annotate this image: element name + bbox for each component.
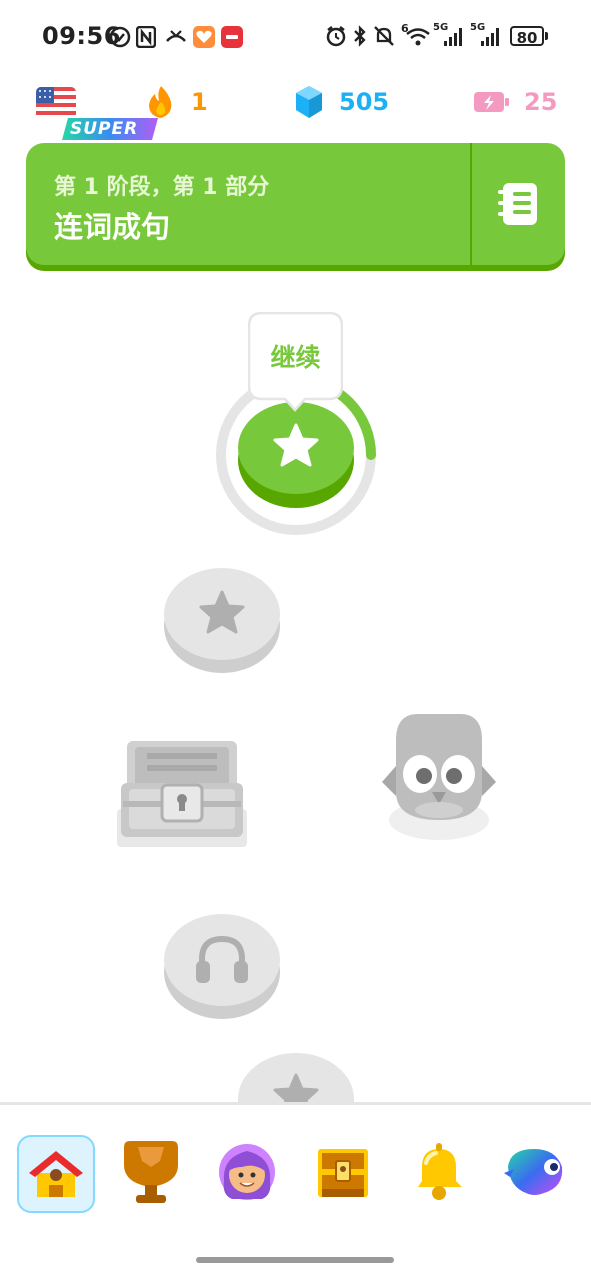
wifi-icon	[406, 28, 430, 46]
gems-count: 505	[339, 88, 390, 116]
treasure-chest-icon	[318, 1149, 368, 1197]
energy-battery-icon	[474, 92, 509, 112]
home-icon	[29, 1151, 83, 1197]
home-indicator[interactable]	[196, 1257, 394, 1263]
battery-nub	[545, 32, 548, 40]
vpn-icon	[109, 26, 131, 48]
locked-treasure-chest[interactable]	[117, 739, 247, 847]
continue-label: 继续	[270, 343, 321, 372]
mute-bell-icon	[374, 26, 394, 46]
bottom-nav-divider	[0, 1102, 591, 1105]
alarm-icon	[326, 26, 346, 47]
star-icon	[273, 423, 319, 467]
nav-leaderboard-button[interactable]	[116, 1137, 186, 1207]
profile-avatar	[219, 1144, 275, 1200]
super-label: SUPER	[70, 119, 139, 139]
locked-lesson-star-2[interactable]	[238, 1052, 354, 1102]
gems-button[interactable]: 505	[293, 84, 393, 124]
status-bar: 09:56 6 5G 5G 80	[0, 0, 591, 76]
guidebook-button[interactable]	[472, 143, 565, 265]
missed-call-icon	[166, 30, 186, 42]
unit-subtitle: 第 1 阶段，第 1 部分	[54, 175, 270, 200]
owl-icon	[382, 714, 496, 840]
us-flag-icon	[36, 87, 76, 119]
nav-notifications-button[interactable]	[404, 1137, 474, 1207]
headphones-icon	[196, 935, 248, 983]
heart-app-icon	[193, 26, 215, 48]
duolingo-max-icon	[504, 1149, 563, 1195]
signal-icon-2	[481, 28, 499, 46]
streak-count: 1	[191, 88, 208, 116]
star-icon	[199, 590, 245, 634]
guidebook-icon	[498, 183, 537, 225]
signal-icon	[444, 28, 462, 46]
star-icon	[273, 1073, 319, 1102]
locked-owl-character	[378, 710, 500, 840]
locked-lesson-listening[interactable]	[164, 913, 280, 1021]
trophy-icon	[124, 1141, 178, 1203]
locked-lesson-star[interactable]	[164, 567, 280, 675]
nav-profile-button[interactable]	[212, 1137, 282, 1207]
battery-level: 80	[510, 26, 544, 47]
bluetooth-icon	[354, 25, 366, 47]
streak-button[interactable]: 1	[145, 84, 235, 124]
gem-icon	[296, 86, 322, 118]
current-lesson-button[interactable]	[238, 402, 354, 510]
nav-home-button[interactable]	[17, 1135, 95, 1213]
nav-chest-button[interactable]	[308, 1137, 378, 1207]
red-app-icon	[221, 26, 243, 48]
nav-max-button[interactable]	[500, 1137, 570, 1207]
energy-button[interactable]: 25	[473, 84, 563, 124]
flame-icon	[149, 86, 172, 118]
bell-icon	[418, 1143, 462, 1200]
unit-title: 连词成句	[54, 210, 171, 244]
energy-count: 25	[524, 88, 558, 116]
course-flag-button[interactable]	[36, 87, 76, 119]
treasure-chest-icon	[117, 741, 247, 847]
nfc-icon	[136, 26, 156, 48]
